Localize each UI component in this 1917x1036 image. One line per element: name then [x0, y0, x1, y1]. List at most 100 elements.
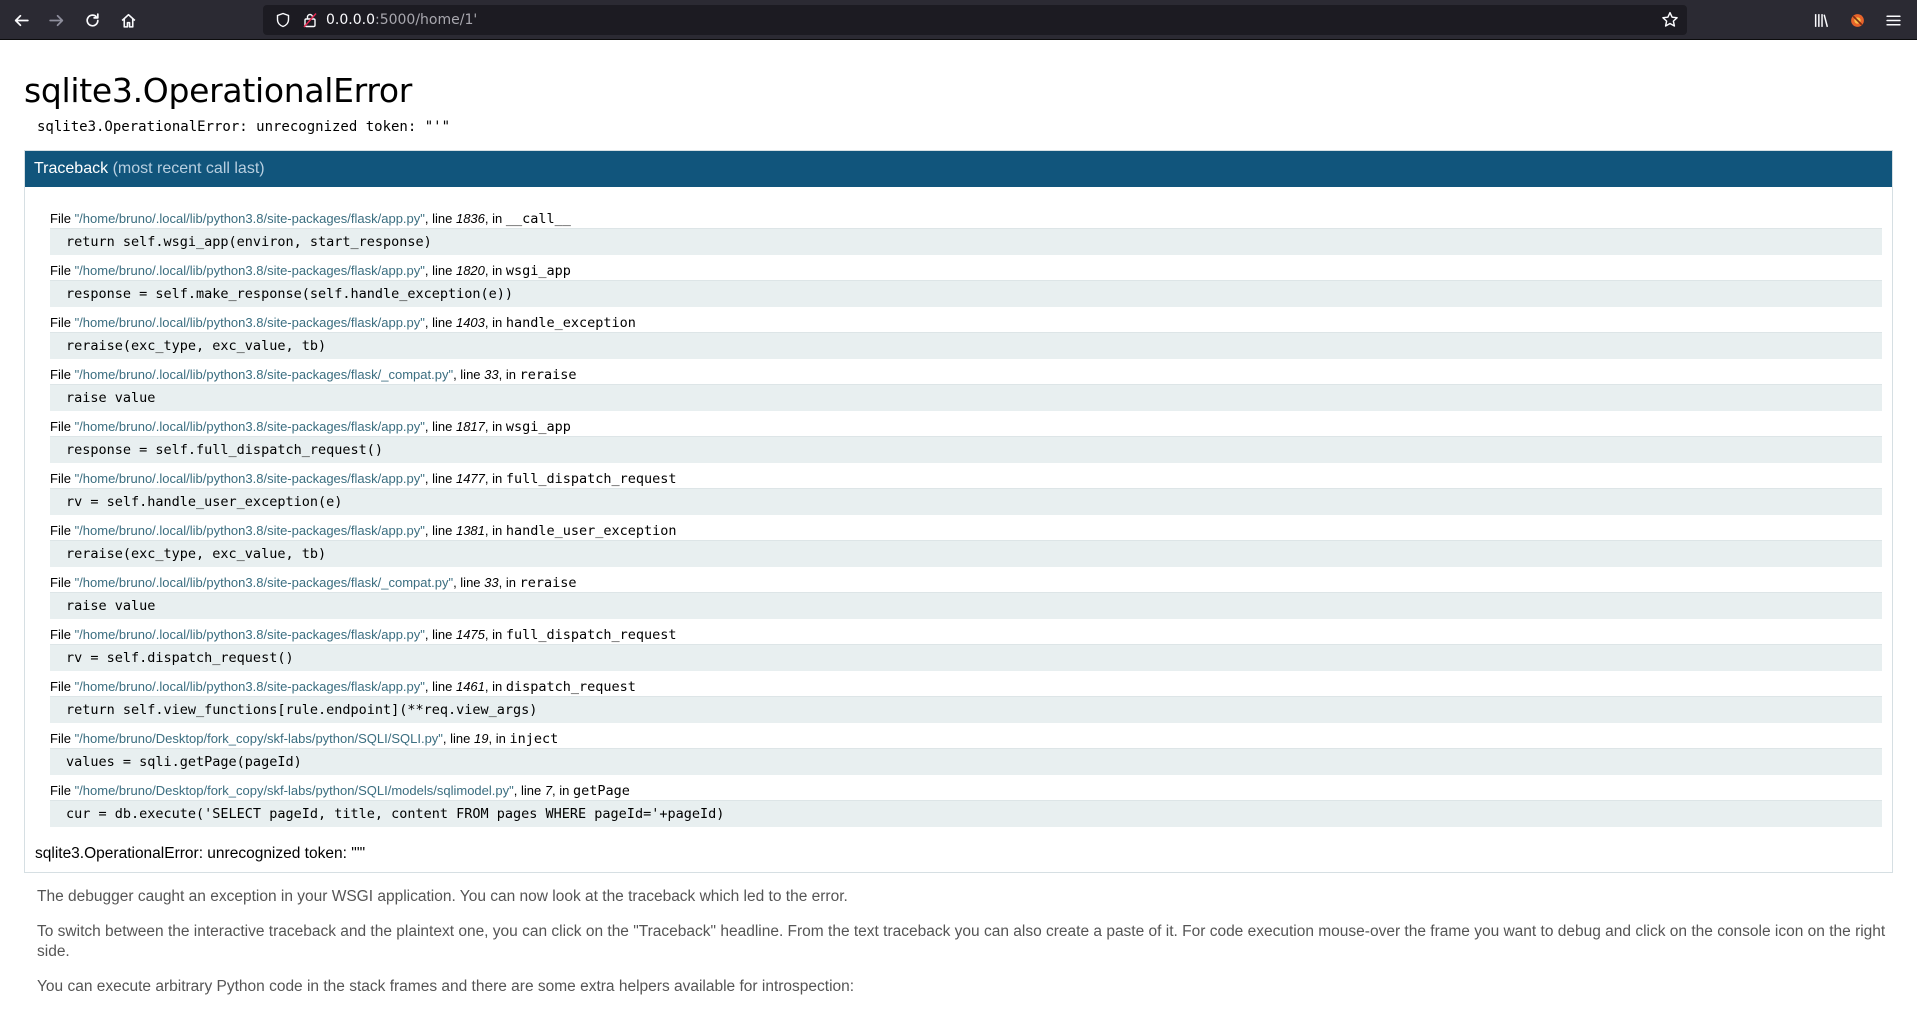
frame-source-line[interactable]: response = self.make_response(self.handl…: [50, 280, 1882, 308]
frame-source-line[interactable]: response = self.full_dispatch_request(): [50, 436, 1882, 464]
error-message: sqlite3.OperationalError: unrecognized t…: [37, 119, 451, 136]
frame-source-line[interactable]: values = sqli.getPage(pageId): [50, 748, 1882, 776]
frame-location: File "/home/bruno/.local/lib/python3.8/s…: [50, 208, 1882, 228]
frame-filename: "/home/bruno/.local/lib/python3.8/site-p…: [74, 523, 425, 539]
url-bar[interactable]: 0.0.0.0:5000/home/1': [263, 5, 1687, 35]
traceback-panel: Traceback (most recent call last) File "…: [24, 150, 1893, 874]
in-label: , in: [484, 263, 506, 279]
forward-icon[interactable]: [44, 8, 68, 32]
lock-icon[interactable]: [303, 12, 317, 32]
final-error-line: sqlite3.OperationalError: unrecognized t…: [35, 845, 366, 863]
debugger-page: sqlite3.OperationalError sqlite3.Operati…: [24, 40, 1893, 1012]
frame-source-line[interactable]: return self.wsgi_app(environ, start_resp…: [50, 228, 1882, 256]
frame-function: wsgi_app: [505, 419, 571, 436]
in-label: , in: [484, 679, 506, 695]
traceback-frame[interactable]: File "/home/bruno/.local/lib/python3.8/s…: [50, 364, 1882, 412]
file-label: File: [50, 783, 75, 799]
frame-function: getPage: [573, 783, 630, 800]
home-icon[interactable]: [116, 8, 140, 32]
line-label: , line: [424, 679, 456, 695]
frame-source-line[interactable]: raise value: [50, 384, 1882, 412]
frame-filename: "/home/bruno/.local/lib/python3.8/site-p…: [74, 419, 425, 435]
frame-source-line[interactable]: rv = self.handle_user_exception(e): [50, 488, 1882, 516]
in-label: , in: [484, 523, 506, 539]
explanation-paragraph: To switch between the interactive traceb…: [37, 923, 1886, 961]
library-icon[interactable]: [1809, 8, 1833, 32]
traceback-frame[interactable]: File "/home/bruno/.local/lib/python3.8/s…: [50, 676, 1882, 724]
in-label: , in: [552, 783, 574, 799]
in-label: , in: [498, 367, 520, 383]
traceback-frame[interactable]: File "/home/bruno/.local/lib/python3.8/s…: [50, 468, 1882, 516]
file-label: File: [50, 575, 75, 591]
traceback-frame[interactable]: File "/home/bruno/.local/lib/python3.8/s…: [50, 572, 1882, 620]
line-label: , line: [442, 731, 474, 747]
line-label: , line: [424, 263, 456, 279]
traceback-header-label[interactable]: Traceback: [34, 160, 108, 177]
frame-line-number: 7: [544, 783, 553, 799]
frame-function: handle_user_exception: [505, 523, 677, 540]
traceback-frame[interactable]: File "/home/bruno/.local/lib/python3.8/s…: [50, 520, 1882, 568]
traceback-frame[interactable]: File "/home/bruno/Desktop/fork_copy/skf-…: [50, 780, 1882, 828]
traceback-frame[interactable]: File "/home/bruno/.local/lib/python3.8/s…: [50, 208, 1882, 256]
frame-filename: "/home/bruno/.local/lib/python3.8/site-p…: [74, 627, 425, 643]
browser-toolbar: 0.0.0.0:5000/home/1': [0, 0, 1917, 40]
frame-source-line[interactable]: reraise(exc_type, exc_value, tb): [50, 540, 1882, 568]
line-label: , line: [424, 211, 456, 227]
file-label: File: [50, 315, 75, 331]
traceback-header[interactable]: Traceback (most recent call last): [25, 151, 1892, 188]
star-icon[interactable]: [1661, 11, 1679, 33]
file-label: File: [50, 627, 75, 643]
frame-list: File "/home/bruno/.local/lib/python3.8/s…: [25, 187, 1892, 828]
frame-function: full_dispatch_request: [505, 627, 677, 644]
shield-icon[interactable]: [275, 12, 291, 32]
frame-source-line[interactable]: rv = self.dispatch_request(): [50, 644, 1882, 672]
in-label: , in: [484, 471, 506, 487]
frame-location: File "/home/bruno/.local/lib/python3.8/s…: [50, 364, 1882, 384]
file-label: File: [50, 263, 75, 279]
frame-filename: "/home/bruno/.local/lib/python3.8/site-p…: [74, 367, 454, 383]
file-label: File: [50, 211, 75, 227]
extension-icon[interactable]: [1845, 8, 1869, 32]
frame-line-number: 1836: [455, 211, 485, 227]
frame-location: File "/home/bruno/.local/lib/python3.8/s…: [50, 676, 1882, 696]
traceback-frame[interactable]: File "/home/bruno/Desktop/fork_copy/skf-…: [50, 728, 1882, 776]
traceback-frame[interactable]: File "/home/bruno/.local/lib/python3.8/s…: [50, 416, 1882, 464]
frame-function: reraise: [519, 367, 577, 384]
traceback-frame[interactable]: File "/home/bruno/.local/lib/python3.8/s…: [50, 312, 1882, 360]
menu-icon[interactable]: [1881, 8, 1905, 32]
frame-location: File "/home/bruno/.local/lib/python3.8/s…: [50, 572, 1882, 592]
frame-location: File "/home/bruno/.local/lib/python3.8/s…: [50, 312, 1882, 332]
back-icon[interactable]: [9, 8, 33, 32]
file-label: File: [50, 679, 75, 695]
file-label: File: [50, 523, 75, 539]
traceback-frame[interactable]: File "/home/bruno/.local/lib/python3.8/s…: [50, 260, 1882, 308]
frame-line-number: 1475: [455, 627, 485, 643]
frame-line-number: 33: [484, 575, 499, 591]
frame-location: File "/home/bruno/.local/lib/python3.8/s…: [50, 260, 1882, 280]
line-label: , line: [513, 783, 545, 799]
traceback-frame[interactable]: File "/home/bruno/.local/lib/python3.8/s…: [50, 624, 1882, 672]
frame-filename: "/home/bruno/.local/lib/python3.8/site-p…: [74, 471, 425, 487]
frame-line-number: 19: [474, 731, 489, 747]
frame-source-line[interactable]: reraise(exc_type, exc_value, tb): [50, 332, 1882, 360]
frame-function: full_dispatch_request: [505, 471, 677, 488]
frame-location: File "/home/bruno/Desktop/fork_copy/skf-…: [50, 780, 1882, 800]
traceback-header-subtitle: (most recent call last): [112, 160, 265, 178]
line-label: , line: [424, 471, 456, 487]
frame-filename: "/home/bruno/.local/lib/python3.8/site-p…: [74, 575, 454, 591]
in-label: , in: [484, 211, 506, 227]
reload-icon[interactable]: [80, 8, 104, 32]
line-label: , line: [424, 523, 456, 539]
frame-location: File "/home/bruno/.local/lib/python3.8/s…: [50, 468, 1882, 488]
line-label: , line: [424, 627, 456, 643]
frame-function: wsgi_app: [505, 263, 571, 280]
frame-source-line[interactable]: raise value: [50, 592, 1882, 620]
frame-filename: "/home/bruno/Desktop/fork_copy/skf-labs/…: [74, 731, 443, 747]
file-label: File: [50, 419, 75, 435]
file-label: File: [50, 731, 75, 747]
frame-source-line[interactable]: return self.view_functions[rule.endpoint…: [50, 696, 1882, 724]
explanation-paragraph: The debugger caught an exception in your…: [37, 888, 848, 906]
frame-location: File "/home/bruno/.local/lib/python3.8/s…: [50, 416, 1882, 436]
frame-source-line[interactable]: cur = db.execute('SELECT pageId, title, …: [50, 800, 1882, 828]
url-text[interactable]: 0.0.0.0:5000/home/1': [326, 5, 477, 35]
